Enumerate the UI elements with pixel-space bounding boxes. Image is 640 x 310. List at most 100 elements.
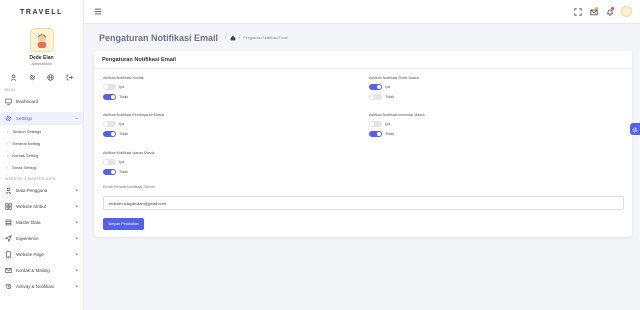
page-title: Pengaturan Notifikasi Email bbox=[99, 33, 219, 43]
monitor-icon bbox=[5, 98, 12, 105]
notif-group-pembayaran: Aktifkan Notifikasi Pembayaran Masuk Iya… bbox=[103, 113, 164, 137]
sidebar-item-master-data[interactable]: Master Data + bbox=[0, 216, 83, 229]
tablet-icon bbox=[5, 251, 12, 258]
email-field-label: Email Tempat Notifikasi Dikirim bbox=[103, 185, 156, 189]
toggle-iya[interactable] bbox=[103, 83, 116, 90]
user-icon bbox=[5, 187, 12, 194]
page-header: Pengaturan Notifikasi Email / / Pengatur… bbox=[99, 33, 288, 43]
sidebar-item-label: Data Pengguna bbox=[16, 188, 48, 193]
database-icon bbox=[5, 219, 12, 226]
toggle-tidak[interactable] bbox=[103, 168, 116, 175]
settings-card: Pengaturan Notifikasi Email Aktifkan Not… bbox=[94, 51, 632, 237]
expand-icon[interactable]: + bbox=[75, 236, 78, 242]
breadcrumb-current: Pengaturan Notifikasi Email bbox=[243, 36, 288, 40]
collapse-icon[interactable]: − bbox=[75, 116, 78, 122]
sidebar-item-settings[interactable]: Settings − bbox=[0, 112, 83, 125]
topbar-actions bbox=[573, 6, 632, 17]
toggle-iya[interactable] bbox=[369, 120, 382, 127]
sidebar-subitem-section-settings[interactable]: › Section Settings bbox=[0, 125, 83, 137]
menu-icon[interactable] bbox=[94, 8, 102, 16]
section-label-main: MAIN bbox=[5, 88, 15, 92]
sidebar-subitem-general-setting[interactable]: › General Setting bbox=[0, 137, 83, 149]
history-icon bbox=[5, 283, 12, 290]
toggle-label: Iya bbox=[119, 84, 125, 89]
profile-name: Dede Elan bbox=[29, 55, 54, 61]
fullscreen-icon[interactable] bbox=[573, 7, 582, 16]
notif-group-kontak: Aktifkan Notifikasi Kontak Iya Tidak bbox=[103, 76, 144, 100]
section-label-master: WEBSITE & MASTER DATA bbox=[5, 177, 56, 181]
sidebar-item-experience[interactable]: Experience + bbox=[0, 232, 83, 245]
toggle-tidak[interactable] bbox=[103, 130, 116, 137]
sidebar-item-label: Settings bbox=[16, 116, 33, 121]
email-field[interactable] bbox=[103, 196, 624, 210]
sidebar-item-label: Dashboard bbox=[16, 99, 39, 104]
sidebar-item-label: Website Atribut bbox=[16, 204, 47, 209]
save-button[interactable]: Simpan Perubahan bbox=[103, 218, 144, 230]
notif-group-ulasan: Aktifkan Notifikasi ulasan Masuk Iya Tid… bbox=[103, 151, 155, 175]
toggle-label: Iya bbox=[385, 84, 391, 89]
card-title: Pengaturan Notifikasi Email bbox=[102, 57, 176, 63]
expand-icon[interactable]: + bbox=[75, 188, 78, 194]
toggle-iya[interactable] bbox=[103, 158, 116, 165]
breadcrumb-separator: / bbox=[225, 35, 227, 41]
toggle-tidak[interactable] bbox=[369, 130, 382, 137]
sidebar-subitem-label: Email Setting bbox=[12, 164, 36, 170]
sidebar-item-website-page[interactable]: Website Page + bbox=[0, 248, 83, 261]
sidebar-item-label: Kontak & Mailing bbox=[16, 268, 50, 273]
gear-icon[interactable] bbox=[27, 72, 37, 82]
breadcrumb-separator: / bbox=[238, 35, 241, 41]
sidebar-item-label: Experience bbox=[16, 236, 39, 241]
sidebar-subitem-kontak-setting[interactable]: › Kontak Setting bbox=[0, 149, 83, 161]
topbar bbox=[84, 0, 640, 24]
sidebar-item-dashboard[interactable]: Dashboard bbox=[0, 95, 83, 108]
chevron-right-icon: › bbox=[7, 152, 9, 158]
sidebar-item-label: Activity & Notifikasi bbox=[16, 284, 55, 289]
breadcrumb: / / Pengaturan Notifikasi Email bbox=[222, 35, 288, 42]
grid-icon bbox=[5, 203, 12, 210]
expand-icon[interactable]: + bbox=[75, 252, 78, 258]
sidebar-item-label: Website Page bbox=[16, 252, 44, 257]
avatar[interactable] bbox=[29, 28, 54, 52]
notif-group-order: Aktifkan Notifikasi Order Masuk Iya Tida… bbox=[369, 76, 419, 100]
globe-icon[interactable] bbox=[46, 72, 56, 82]
expand-icon[interactable]: + bbox=[75, 204, 78, 210]
toggle-iya[interactable] bbox=[369, 83, 382, 90]
gear-icon bbox=[632, 120, 638, 138]
home-icon[interactable] bbox=[230, 35, 236, 42]
sidebar-item-website-atribut[interactable]: Website Atribut + bbox=[0, 200, 83, 213]
sidebar-item-activity-notifikasi[interactable]: Activity & Notifikasi + bbox=[0, 280, 83, 293]
sidebar-item-kontak-mailing[interactable]: Kontak & Mailing + bbox=[0, 264, 83, 277]
mail-notification-dot bbox=[595, 7, 598, 10]
brand-logo[interactable]: TRAVELL bbox=[0, 0, 83, 24]
sidebar: TRAVELL Dede Elan Administrator MAIN Das… bbox=[0, 0, 84, 310]
chevron-right-icon: › bbox=[7, 140, 9, 146]
notif-group-label: Aktifkan Notifikasi ulasan Masuk bbox=[103, 151, 155, 155]
user-icon[interactable] bbox=[8, 72, 18, 82]
toggle-label: Tidak bbox=[119, 131, 129, 136]
profile-actions bbox=[0, 66, 83, 82]
profile-block: Dede Elan Administrator bbox=[0, 24, 83, 66]
settings-float-button[interactable] bbox=[630, 123, 640, 135]
toggle-tidak[interactable] bbox=[103, 93, 116, 100]
bell-icon[interactable] bbox=[605, 7, 614, 16]
logout-icon[interactable] bbox=[65, 72, 75, 82]
toggle-label: Tidak bbox=[385, 131, 395, 136]
chevron-right-icon: › bbox=[7, 128, 9, 134]
mail-icon[interactable] bbox=[589, 7, 598, 16]
expand-icon[interactable]: + bbox=[75, 284, 78, 290]
bell-notification-dot bbox=[611, 7, 614, 10]
expand-icon[interactable]: + bbox=[75, 220, 78, 226]
notif-group-label: Aktifkan Notifikasi Order Masuk bbox=[369, 76, 420, 80]
user-avatar[interactable] bbox=[621, 6, 632, 17]
sidebar-subitem-email-setting[interactable]: › Email Setting bbox=[0, 161, 83, 173]
expand-icon[interactable]: + bbox=[75, 268, 78, 274]
toggle-label: Iya bbox=[119, 121, 125, 126]
notif-group-label: Aktifkan Notifikasi Pembayaran Masuk bbox=[103, 113, 165, 117]
sidebar-subitem-label: General Setting bbox=[12, 140, 41, 146]
notif-group-label: Aktifkan Notifikasi Kontak bbox=[103, 76, 144, 80]
toggle-iya[interactable] bbox=[103, 120, 116, 127]
toggle-tidak[interactable] bbox=[369, 93, 382, 100]
sidebar-item-label: Master Data bbox=[16, 220, 41, 225]
sidebar-item-data-pengguna[interactable]: Data Pengguna + bbox=[0, 184, 83, 197]
notif-group-komentar: Aktifkan Notifikasi komentar Masuk Iya T… bbox=[369, 113, 425, 137]
